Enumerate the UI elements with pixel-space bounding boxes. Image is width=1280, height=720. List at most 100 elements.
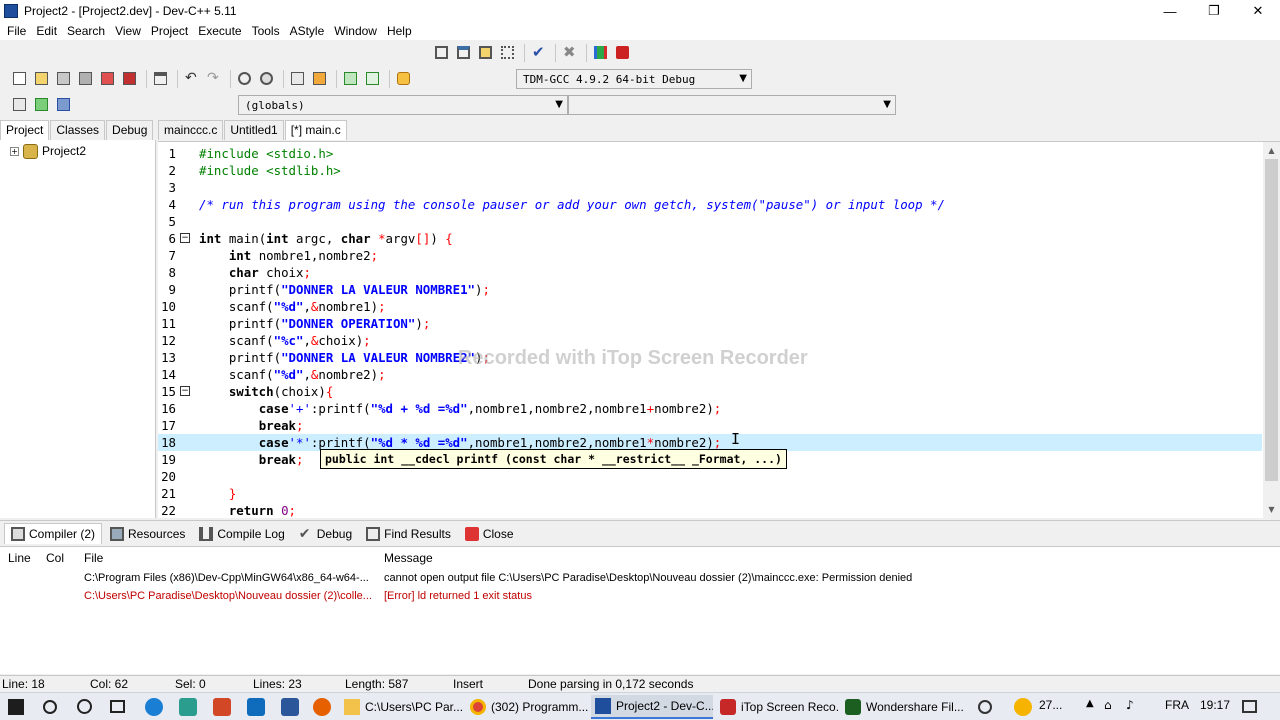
function-select[interactable]: ▼ [568, 95, 896, 115]
menu-execute[interactable]: Execute [193, 24, 246, 38]
menu-window[interactable]: Window [329, 24, 382, 38]
code-text[interactable]: int main(int argc, char *argv[]) { [199, 230, 453, 247]
tab-debug[interactable]: Debug [106, 120, 154, 140]
menu-edit[interactable]: Edit [31, 24, 62, 38]
indent-button[interactable] [341, 69, 360, 88]
scroll-down-icon[interactable]: ▼ [1263, 501, 1280, 518]
maximize-button[interactable]: ❐ [1192, 0, 1236, 22]
code-line[interactable]: 15− switch(choix){ [158, 383, 1262, 400]
code-line[interactable]: 9 printf("DONNER LA VALEUR NOMBRE1"); [158, 281, 1262, 298]
code-text[interactable]: scanf("%d",&nombre2); [199, 366, 386, 383]
tray-chevron-up-icon[interactable]: ▲ [1086, 698, 1094, 709]
code-line[interactable]: 7 int nombre1,nombre2; [158, 247, 1262, 264]
task-view-icon[interactable] [110, 700, 125, 713]
scope-select[interactable]: (globals) ▼ [238, 95, 568, 115]
menu-help[interactable]: Help [382, 24, 417, 38]
input-language[interactable]: FRA [1165, 698, 1189, 712]
code-text[interactable]: scanf("%c",&choix); [199, 332, 371, 349]
profile-button[interactable] [613, 43, 632, 62]
code-text[interactable]: scanf("%d",&nombre1); [199, 298, 386, 315]
add-to-project-button[interactable] [32, 95, 51, 114]
taskbar-app-chrome[interactable]: (302) Programm... [466, 695, 588, 719]
network-icon[interactable]: ⌂ [1104, 698, 1112, 712]
code-text[interactable]: break; [199, 451, 304, 468]
code-text[interactable]: int nombre1,nombre2; [199, 247, 378, 264]
code-text[interactable]: printf("DONNER OPERATION"); [199, 315, 430, 332]
layout-4-button[interactable] [498, 43, 517, 62]
taskbar-app-explorer[interactable]: C:\Users\PC Par... [340, 695, 462, 719]
unindent-button[interactable] [363, 69, 382, 88]
project-options-button[interactable] [10, 95, 29, 114]
undo-button[interactable]: ↶ [182, 69, 201, 88]
people-icon[interactable] [978, 700, 992, 714]
format-button[interactable] [394, 69, 413, 88]
header-file[interactable]: File [84, 551, 384, 565]
clock-time[interactable]: 19:17 [1200, 698, 1230, 712]
goto-line-button[interactable] [288, 69, 307, 88]
chart-button[interactable] [591, 43, 610, 62]
code-line[interactable]: 1 #include <stdio.h> [158, 145, 1262, 162]
code-line[interactable]: 20 [158, 468, 1262, 485]
tab-resources[interactable]: Resources [104, 524, 191, 544]
print-button[interactable] [151, 69, 170, 88]
scroll-up-icon[interactable]: ▲ [1263, 142, 1280, 159]
layout-1-button[interactable] [432, 43, 451, 62]
weather-icon[interactable] [1014, 698, 1032, 716]
store-icon[interactable] [179, 698, 197, 716]
menu-search[interactable]: Search [62, 24, 110, 38]
code-text[interactable]: break; [199, 417, 304, 434]
redo-button[interactable]: ↷ [204, 69, 223, 88]
code-line[interactable]: 10 scanf("%d",&nombre1); [158, 298, 1262, 315]
code-line[interactable]: 22 return 0; [158, 502, 1262, 518]
editor-vertical-scrollbar[interactable]: ▲ ▼ [1263, 142, 1280, 518]
code-line[interactable]: 5 [158, 213, 1262, 230]
editor-tab-mainccc[interactable]: mainccc.c [158, 120, 224, 140]
header-message[interactable]: Message [384, 551, 433, 565]
stop-button[interactable]: ✖ [560, 43, 579, 62]
code-line[interactable]: 6− int main(int argc, char *argv[]) { [158, 230, 1262, 247]
code-text[interactable]: printf("DONNER LA VALEUR NOMBRE1"); [199, 281, 490, 298]
remove-from-project-button[interactable] [54, 95, 73, 114]
code-text[interactable]: /* run this program using the console pa… [199, 196, 945, 213]
code-line[interactable]: 8 char choix; [158, 264, 1262, 281]
close-file-button[interactable] [98, 69, 117, 88]
check-syntax-button[interactable]: ✔ [529, 43, 548, 62]
code-line[interactable]: 3 [158, 179, 1262, 196]
notification-icon[interactable] [1242, 700, 1257, 713]
weather-temp[interactable]: 27... [1039, 698, 1062, 712]
menu-view[interactable]: View [110, 24, 146, 38]
firefox-icon[interactable] [313, 698, 331, 716]
tab-close[interactable]: Close [459, 524, 520, 544]
layout-2-button[interactable] [454, 43, 473, 62]
code-line[interactable]: 16 case'+':printf("%d + %d =%d",nombre1,… [158, 400, 1262, 417]
compiler-select[interactable]: TDM-GCC 4.9.2 64-bit Debug ▼ [516, 69, 752, 89]
minimize-button[interactable]: — [1148, 0, 1192, 22]
taskbar-app-wondershare[interactable]: Wondershare Fil... [841, 695, 963, 719]
taskbar-app-itop[interactable]: iTop Screen Reco... [716, 695, 838, 719]
toggle-bookmark-button[interactable] [310, 69, 329, 88]
menu-astyle[interactable]: AStyle [285, 24, 330, 38]
code-text[interactable]: switch(choix){ [199, 383, 333, 400]
editor-tab-untitled1[interactable]: Untitled1 [224, 120, 284, 140]
message-row-error[interactable]: C:\Users\PC Paradise\Desktop\Nouveau dos… [0, 587, 1280, 605]
fold-collapse-icon[interactable]: − [180, 386, 190, 396]
code-line[interactable]: 17 break; [158, 417, 1262, 434]
word-icon[interactable] [281, 698, 299, 716]
expand-icon[interactable]: + [10, 146, 19, 156]
code-text[interactable]: printf("DONNER LA VALEUR NOMBRE2"); [199, 349, 490, 366]
search-icon[interactable] [43, 700, 57, 714]
save-button[interactable] [54, 69, 73, 88]
editor-tab-main[interactable]: [*] main.c [284, 120, 347, 140]
taskbar-app-devcpp[interactable]: Project2 - Dev-C... [591, 695, 713, 719]
tab-compiler[interactable]: Compiler (2) [4, 523, 103, 544]
code-line[interactable]: 11 printf("DONNER OPERATION"); [158, 315, 1262, 332]
edge-icon[interactable] [145, 698, 163, 716]
header-line[interactable]: Line [0, 551, 40, 565]
windows-start-icon[interactable] [8, 699, 24, 715]
cortana-icon[interactable] [77, 699, 92, 714]
fold-collapse-icon[interactable]: − [180, 233, 190, 243]
close-window-button[interactable]: ✕ [1236, 0, 1280, 22]
replace-button[interactable] [257, 69, 276, 88]
code-line[interactable]: 21 } [158, 485, 1262, 502]
volume-icon[interactable]: ♪ [1126, 698, 1134, 712]
